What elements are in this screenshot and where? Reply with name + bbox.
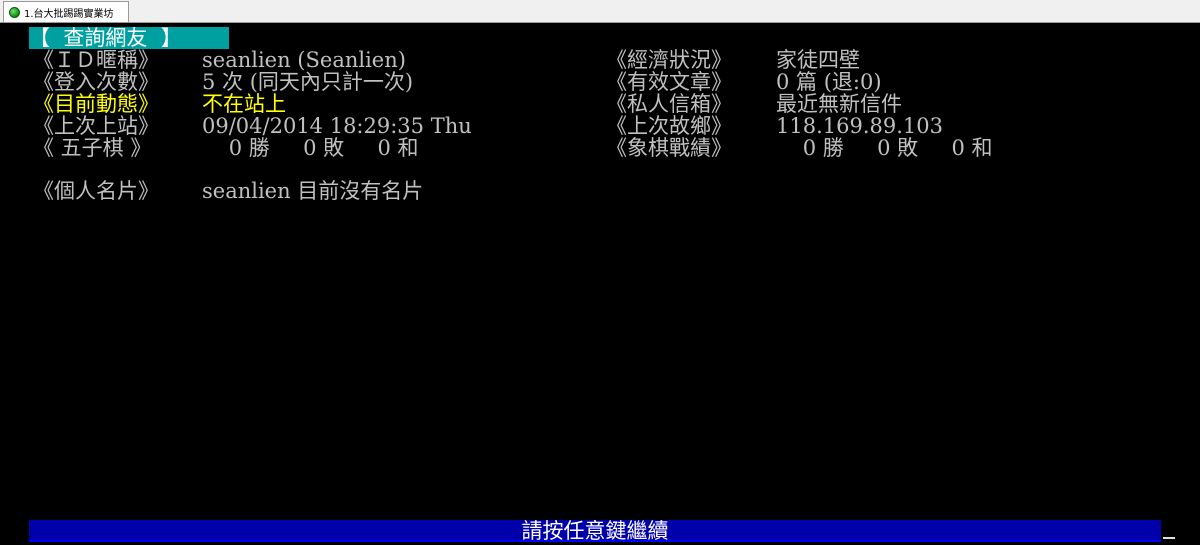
chess-record: 0 勝 0 敗 0 和 — [776, 136, 993, 160]
page-title: 【 查詢網友 】 — [29, 27, 229, 49]
profile-row-card: 《個人名片》 seanlien 目前沒有名片 — [0, 180, 1200, 202]
profile-row-login: 《登入次數》 5 次 (同天內只計一次) 《有效文章》 0 篇 (退:0) — [0, 71, 1200, 93]
last-login-value: 09/04/2014 18:29:35 Thu — [202, 114, 472, 138]
id-label: 《ＩＤ暱稱》 — [33, 48, 159, 72]
profile-row-status: 《目前動態》 不在站上 《私人信箱》 最近無新信件 — [0, 93, 1200, 115]
profile-row-last-login: 《上次上站》 09/04/2014 18:29:35 Thu 《上次故鄉》 11… — [0, 115, 1200, 137]
tab-ptt[interactable]: 1.台大批踢踢實業坊 — [3, 1, 129, 22]
last-ip-value: 118.169.89.103 — [776, 114, 943, 138]
press-any-key-prompt: 請按任意鍵繼續 — [521, 519, 669, 543]
login-count-value: 5 次 (同天內只計一次) — [202, 70, 414, 94]
mail-value: 最近無新信件 — [776, 92, 902, 116]
press-any-key-bar[interactable]: 請按任意鍵繼續 — [29, 520, 1161, 542]
id-value: seanlien (Seanlien) — [202, 48, 406, 72]
posts-value: 0 篇 (退:0) — [776, 70, 882, 94]
card-value: seanlien 目前沒有名片 — [202, 179, 424, 203]
mail-label: 《私人信箱》 — [606, 92, 732, 116]
profile-row-id: 《ＩＤ暱稱》 seanlien (Seanlien) 《經濟狀況》 家徒四壁 — [0, 49, 1200, 71]
terminal-screen[interactable]: 【 查詢網友 】 《ＩＤ暱稱》 seanlien (Seanlien) 《經濟狀… — [0, 23, 1200, 545]
posts-label: 《有效文章》 — [606, 70, 732, 94]
gomoku-record: 0 勝 0 敗 0 和 — [202, 136, 419, 160]
terminal-cursor — [1163, 537, 1175, 539]
card-label: 《個人名片》 — [33, 179, 159, 203]
gomoku-label: 《 五子棋 》 — [33, 136, 152, 160]
economy-label: 《經濟狀況》 — [606, 48, 732, 72]
tab-bar: 1.台大批踢踢實業坊 — [0, 0, 1200, 23]
status-value: 不在站上 — [202, 92, 286, 116]
last-ip-label: 《上次故鄉》 — [606, 114, 732, 138]
login-count-label: 《登入次數》 — [33, 70, 159, 94]
profile-row-games: 《 五子棋 》 0 勝 0 敗 0 和 《象棋戰績》 0 勝 0 敗 0 和 — [0, 137, 1200, 159]
connection-status-icon — [9, 6, 20, 18]
last-login-label: 《上次上站》 — [33, 114, 159, 138]
economy-value: 家徒四壁 — [776, 48, 860, 72]
status-label: 《目前動態》 — [33, 92, 159, 116]
tab-label: 1.台大批踢踢實業坊 — [24, 8, 114, 20]
chess-label: 《象棋戰績》 — [606, 136, 732, 160]
